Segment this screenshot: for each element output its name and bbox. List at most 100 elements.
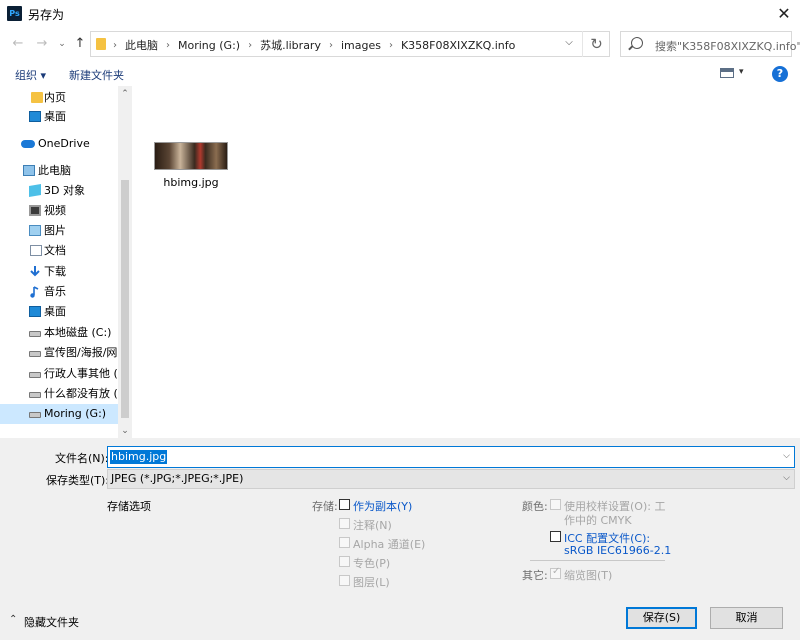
photoshop-app-icon: Ps [7, 6, 22, 21]
address-dropdown-icon[interactable]: ⌵ [561, 37, 577, 48]
icc-profile-checkbox[interactable] [550, 531, 561, 542]
icc-profile-label-line2[interactable]: sRGB IEC61966-2.1 [564, 544, 671, 557]
drive-icon [29, 412, 41, 418]
breadcrumb-images[interactable]: images [341, 39, 381, 52]
file-list: hbimg.jpg [132, 86, 800, 438]
desktop-icon [29, 306, 41, 317]
video-icon [29, 205, 41, 216]
image-thumbnail [154, 142, 228, 170]
spot-color-checkbox [339, 556, 350, 567]
nav-item-desktop-quick[interactable]: 桌面 [0, 107, 118, 127]
view-dropdown-icon[interactable]: ▾ [739, 67, 744, 77]
breadcrumb-this-pc[interactable]: 此电脑 [125, 37, 158, 53]
nav-item-label: 3D 对象 [44, 184, 85, 197]
nav-item-label: 文档 [44, 244, 66, 257]
breadcrumb-drive-g[interactable]: Moring (G:) [178, 39, 240, 52]
nav-item-label: 宣传图/海报/网页 [44, 346, 118, 359]
hide-folders-toggle[interactable]: 隐藏文件夹 [24, 614, 79, 630]
cancel-button[interactable]: 取消 [710, 607, 783, 629]
as-copy-label[interactable]: 作为副本(Y) [353, 498, 412, 514]
onedrive-cloud-icon [21, 140, 35, 148]
organize-menu[interactable]: 组织 ▾ [15, 67, 46, 83]
scroll-down-icon[interactable]: ⌄ [118, 424, 132, 438]
nav-item-drive-c[interactable]: 本地磁盘 (C:) [0, 323, 118, 343]
filetype-label: 保存类型(T): [46, 474, 110, 487]
folder-icon [31, 92, 43, 103]
nav-item-inner-pages[interactable]: 内页 [0, 88, 118, 108]
drive-icon [29, 351, 41, 357]
chevron-down-icon[interactable]: ⌵ [783, 473, 790, 483]
spot-color-label: 专色(P) [353, 557, 391, 570]
breadcrumb-current-folder[interactable]: K358F08XIXZKQ.info [401, 39, 515, 52]
save-options-heading: 存储选项 [107, 500, 151, 513]
address-row: ← → ⌄ ↑ › 此电脑 › Moring (G:) › 苏城.library… [0, 28, 800, 62]
save-options-panel: 文件名(N): hbimg.jpg ⌵ 保存类型(T): JPEG (*.JPG… [0, 438, 800, 640]
search-input[interactable]: 搜索"K358F08XIXZKQ.info" [620, 31, 800, 57]
nav-item-documents[interactable]: 文档 [0, 241, 118, 261]
use-proof-checkbox [550, 499, 561, 510]
chevron-right-icon[interactable]: › [166, 40, 170, 51]
help-icon[interactable]: ? [772, 66, 788, 82]
nav-item-label: 此电脑 [38, 164, 71, 177]
nav-item-pictures[interactable]: 图片 [0, 221, 118, 241]
nav-item-label: 行政人事其他 (E: [44, 367, 118, 380]
search-icon [631, 37, 643, 49]
navigation-pane: 内页 桌面 OneDrive 此电脑 3D 对象 视频 图片 文档 下载 音乐 … [0, 86, 118, 438]
nav-item-label: 音乐 [44, 285, 66, 298]
nav-item-desktop[interactable]: 桌面 [0, 302, 118, 322]
use-proof-label-line2: 作中的 CMYK [564, 514, 632, 527]
layers-label: 图层(L) [353, 576, 390, 589]
search-placeholder: 搜索"K358F08XIXZKQ.info" [655, 40, 800, 53]
scrollbar-thumb[interactable] [121, 180, 129, 418]
title-bar: Ps 另存为 ✕ [0, 0, 800, 28]
chevron-right-icon[interactable]: › [329, 40, 333, 51]
chevron-right-icon[interactable]: › [248, 40, 252, 51]
nav-item-drive-d[interactable]: 宣传图/海报/网页 [0, 343, 118, 363]
new-folder-button[interactable]: 新建文件夹 [69, 67, 124, 83]
nav-item-drive-f[interactable]: 什么都没有放 (F: [0, 384, 118, 404]
refresh-icon[interactable]: ↻ [582, 31, 610, 57]
chevron-right-icon[interactable]: › [389, 40, 393, 51]
address-bar[interactable]: › 此电脑 › Moring (G:) › 苏城.library › image… [90, 31, 610, 57]
this-pc-icon [23, 165, 35, 176]
chevron-up-icon[interactable]: ⌃ [9, 614, 17, 625]
nav-item-this-pc[interactable]: 此电脑 [0, 161, 118, 181]
up-arrow-icon[interactable]: ↑ [70, 34, 90, 54]
as-copy-checkbox[interactable] [339, 499, 350, 510]
3d-objects-icon [29, 183, 41, 198]
view-options-icon[interactable] [720, 68, 734, 78]
nav-item-3d-objects[interactable]: 3D 对象 [0, 181, 118, 201]
alpha-checkbox [339, 537, 350, 548]
scroll-up-icon[interactable]: ⌃ [118, 87, 132, 101]
drive-icon [29, 392, 41, 398]
breadcrumb-library[interactable]: 苏城.library [260, 37, 321, 53]
forward-arrow-icon[interactable]: → [32, 34, 52, 54]
save-button[interactable]: 保存(S) [626, 607, 697, 629]
nav-item-drive-e[interactable]: 行政人事其他 (E: [0, 364, 118, 384]
file-item[interactable]: hbimg.jpg [132, 86, 250, 206]
nav-item-music[interactable]: 音乐 [0, 282, 118, 302]
nav-item-drive-g[interactable]: Moring (G:) [0, 404, 118, 424]
close-button[interactable]: ✕ [770, 2, 798, 26]
music-icon [30, 286, 39, 298]
nav-scrollbar[interactable]: ⌃ ⌄ [118, 86, 132, 438]
filetype-select[interactable]: JPEG (*.JPG;*.JPEG;*.JPE) ⌵ [107, 469, 795, 489]
chevron-down-icon[interactable]: ⌵ [783, 451, 790, 461]
nav-item-label: 桌面 [44, 110, 66, 123]
file-name: hbimg.jpg [163, 176, 219, 189]
nav-item-label: 本地磁盘 (C:) [44, 326, 112, 339]
back-arrow-icon[interactable]: ← [8, 34, 28, 54]
nav-item-onedrive[interactable]: OneDrive [0, 134, 118, 154]
storage-label: 存储: [312, 500, 338, 513]
chevron-right-icon: › [113, 39, 117, 51]
filename-field[interactable]: hbimg.jpg ⌵ [107, 446, 795, 468]
nav-item-videos[interactable]: 视频 [0, 201, 118, 221]
folder-icon [96, 38, 106, 50]
drive-icon [29, 331, 41, 337]
recent-dropdown-icon[interactable]: ⌄ [52, 34, 72, 54]
filetype-value: JPEG (*.JPG;*.JPEG;*.JPE) [111, 472, 244, 485]
thumbnail-label: 缩览图(T) [564, 569, 613, 582]
color-label: 颜色: [522, 500, 548, 513]
command-toolbar: 组织 ▾ 新建文件夹 ▾ ? [0, 62, 800, 86]
nav-item-downloads[interactable]: 下载 [0, 262, 118, 282]
